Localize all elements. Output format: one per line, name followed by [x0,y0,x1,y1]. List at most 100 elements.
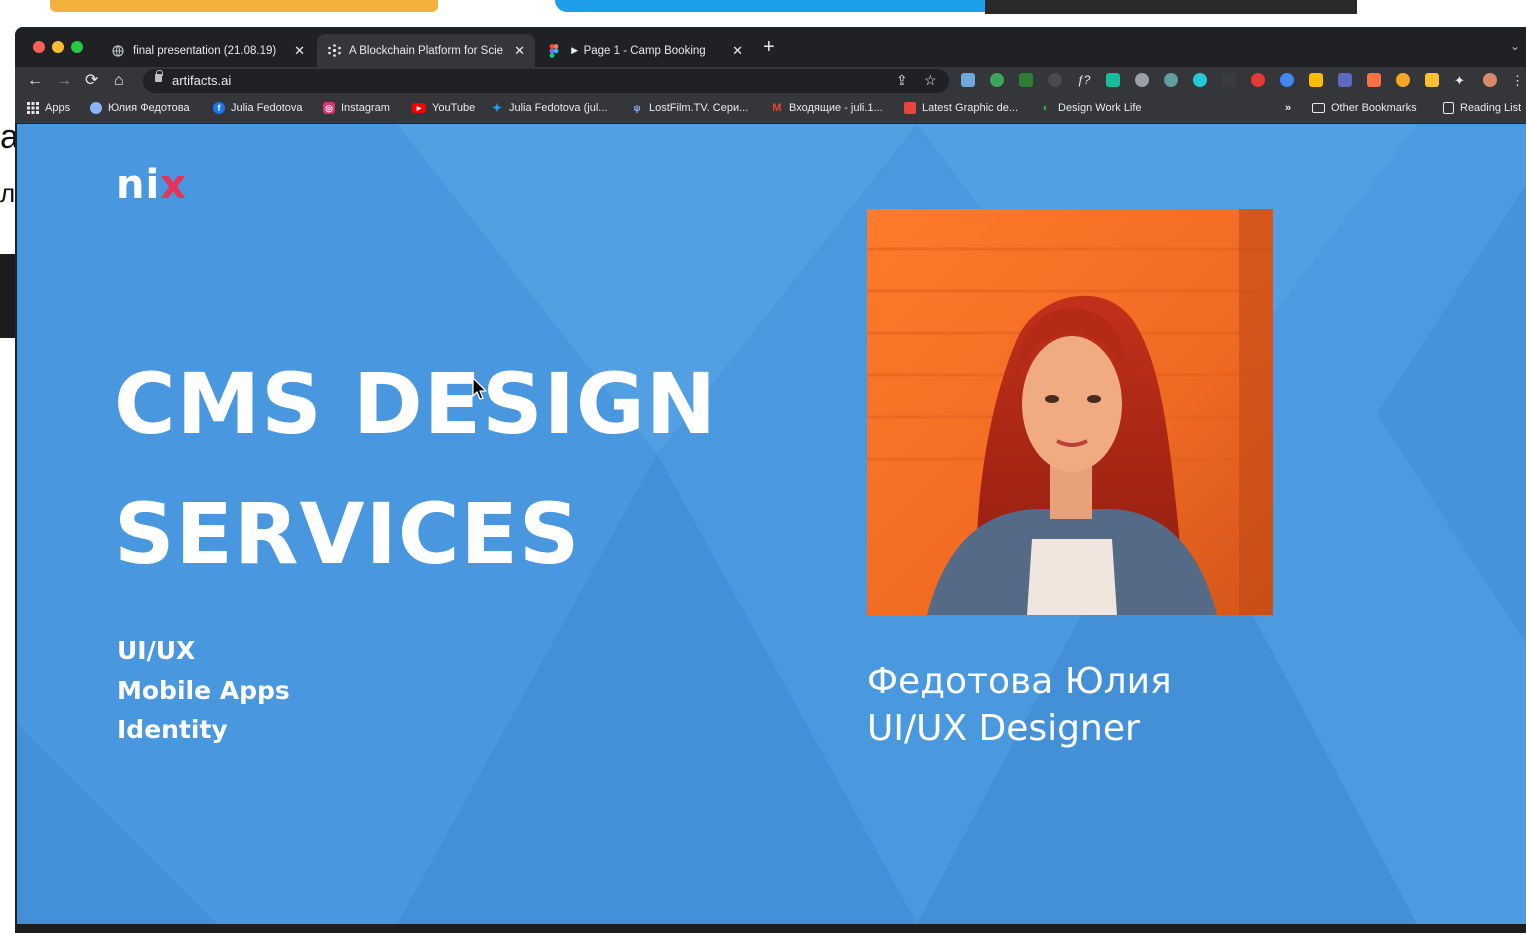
bookmark-label: Latest Graphic de... [922,102,1018,114]
logo-accent: x [160,162,187,208]
facebook-icon: f [213,102,225,114]
minimize-window-button[interactable] [52,41,64,53]
service-item: UI/UX [117,636,196,665]
bookmark-gmail-inbox[interactable]: M Входящие - juli.1... [771,102,883,114]
bookmark-star-icon[interactable]: ☆ [924,72,937,89]
address-bar[interactable]: artifacts.ai ⇪ ☆ [143,69,949,93]
tab-final-presentation[interactable]: final presentation (21.08.19) ✕ [101,34,315,67]
bookmark-julia-twitter[interactable]: ✦ Julia Fedotova (jul... [491,101,607,115]
forward-arrow-icon[interactable]: → [56,71,72,91]
browser-toolbar: ← → ⟳ ⌂ artifacts.ai ⇪ ☆ ƒ? ✦ ⋮ [15,67,1526,95]
gmail-icon: M [772,102,782,114]
bookmark-julia-dribbble[interactable]: Юлия Федотова [90,102,190,114]
extension-17-icon[interactable] [1425,73,1439,87]
tab-title: final presentation (21.08.19) [133,44,277,57]
bookmarks-bar: Apps Юлия Федотова f Julia Fedotova ◎ In… [15,95,1526,123]
reading-list-icon [1443,102,1454,114]
extension-4-icon[interactable] [1048,73,1062,87]
bookmark-label: YouTube [432,102,476,114]
extension-6-icon[interactable] [1106,73,1120,87]
close-window-button[interactable] [33,41,45,53]
reading-list-label: Reading List [1460,102,1522,114]
bookmark-label: Входящие - juli.1... [789,102,883,114]
tab-camp-booking[interactable]: ► Page 1 - Camp Booking ✕ [537,34,753,67]
angular-icon[interactable] [1135,73,1149,87]
new-tab-button[interactable]: + [763,37,775,57]
extension-1-icon[interactable] [961,73,975,87]
bookmark-instagram[interactable]: ◎ Instagram [323,102,390,114]
other-bookmarks-folder[interactable]: Other Bookmarks [1312,102,1417,114]
background-window-orange-strip [50,0,438,12]
share-icon[interactable]: ⇪ [896,72,908,89]
background-dark-block [0,254,16,338]
lostfilm-icon: ψ [633,103,641,113]
figma-icon [547,43,561,58]
extension-15-icon[interactable] [1367,73,1381,87]
reload-icon[interactable]: ⟳ [85,71,98,91]
bookmarks-overflow-button[interactable]: » [1285,102,1291,114]
back-arrow-icon[interactable]: ← [27,71,43,91]
font-ninja-icon[interactable]: ƒ? [1077,73,1091,87]
logo-text: ni [116,162,161,208]
bookmark-label: Julia Fedotova [231,102,303,114]
puzzle-icon[interactable]: ✦ [1454,73,1468,88]
bookmark-design-work-life[interactable]: ◐ Design Work Life [1040,102,1142,114]
tab-close-icon[interactable]: ✕ [294,43,305,59]
extension-9-icon[interactable] [1193,73,1207,87]
background-window-dark-strip [985,0,1357,14]
bookmark-julia-facebook[interactable]: f Julia Fedotova [213,102,303,114]
window-bottom-edge [15,924,1526,933]
tab-title: A Blockchain Platform for Scie [349,44,504,57]
extension-12-icon[interactable] [1280,73,1294,87]
globe-icon [111,44,125,58]
bookmark-youtube[interactable]: ▶ YouTube [412,102,475,114]
mouse-cursor-icon [472,377,487,400]
slide-headline-line2: SERVICES [114,485,581,583]
tab-close-icon[interactable]: ✕ [514,43,525,59]
bookmark-lostfilm[interactable]: ψ LostFilm.TV. Сери... [631,102,749,114]
speaker-name: Федотова Юлия [867,661,1172,702]
extension-14-icon[interactable] [1338,73,1352,87]
tab-title: ► Page 1 - Camp Booking [569,44,706,57]
extension-16-icon[interactable] [1396,73,1410,87]
zoom-window-button[interactable] [71,41,83,53]
extension-3-icon[interactable] [1019,73,1033,87]
folder-icon [1312,103,1325,113]
extension-8-icon[interactable] [1164,73,1178,87]
profile-avatar-icon[interactable] [1483,73,1497,87]
youtube-icon: ▶ [412,103,426,113]
extension-11-icon[interactable] [1251,73,1265,87]
background-window-blue-strip [555,0,985,12]
speaker-photo [867,209,1273,615]
google-drive-icon[interactable] [1309,73,1323,87]
bookmark-label: LostFilm.TV. Сери... [649,102,749,114]
address-url[interactable]: artifacts.ai [172,73,231,88]
design-icon: ◐ [1042,102,1050,114]
artifacts-icon [327,44,341,58]
instagram-icon: ◎ [323,102,335,114]
tab-strip: final presentation (21.08.19) ✕ A Blockc… [15,27,1526,67]
tab-search-icon[interactable]: ⌄ [1510,39,1520,53]
bookmark-label: Юлия Федотова [108,102,190,114]
home-icon[interactable]: ⌂ [114,71,124,91]
menu-dots-icon[interactable]: ⋮ [1511,73,1525,88]
bookmark-label: Apps [45,102,71,114]
nix-logo: nix [116,162,187,208]
other-bookmarks-label: Other Bookmarks [1331,102,1417,114]
bookmark-apps[interactable]: Apps [27,102,70,114]
dribbble-icon [90,102,102,114]
background-text-fragment-2: л [0,178,16,208]
tab-blockchain-platform[interactable]: A Blockchain Platform for Scie ✕ [317,34,535,67]
slide-canvas: nix CMS DESIGN SERVICES UI/UX Mobile App… [17,124,1526,924]
extension-10-icon[interactable] [1222,73,1236,87]
service-item: Identity [117,715,228,744]
browser-window: final presentation (21.08.19) ✕ A Blockc… [15,27,1526,933]
bookmark-latest-graphic[interactable]: Latest Graphic de... [904,102,1018,114]
tab-close-icon[interactable]: ✕ [732,43,743,59]
background-text-fragment-1: a [0,118,16,156]
bookmark-label: Instagram [341,102,390,114]
graphic-icon [904,102,916,114]
bookmark-label: Design Work Life [1058,102,1142,114]
reading-list-button[interactable]: Reading List [1443,102,1521,114]
evernote-icon[interactable] [990,73,1004,87]
